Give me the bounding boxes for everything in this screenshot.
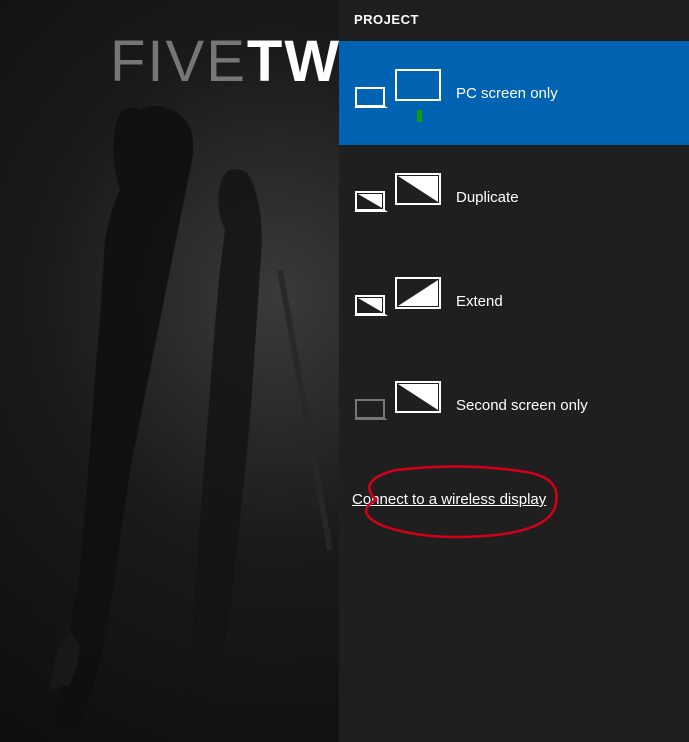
wallpaper-figure bbox=[40, 70, 340, 740]
option-extend[interactable]: Extend bbox=[339, 249, 689, 353]
duplicate-icon bbox=[354, 172, 444, 222]
panel-title: PROJECT bbox=[339, 0, 689, 41]
option-label: Duplicate bbox=[456, 189, 519, 206]
option-label: Extend bbox=[456, 293, 503, 310]
active-indicator bbox=[417, 110, 422, 122]
option-second-screen-only[interactable]: Second screen only bbox=[339, 353, 689, 457]
pc-screen-only-icon bbox=[354, 68, 444, 118]
option-duplicate[interactable]: Duplicate bbox=[339, 145, 689, 249]
option-label: PC screen only bbox=[456, 85, 558, 102]
connect-wireless-display-link[interactable]: Connect to a wireless display bbox=[352, 491, 689, 508]
project-panel: PROJECT PC screen only Duplicate bbox=[339, 0, 689, 742]
extend-icon bbox=[354, 276, 444, 326]
option-pc-screen-only[interactable]: PC screen only bbox=[339, 41, 689, 145]
option-label: Second screen only bbox=[456, 397, 588, 414]
second-screen-only-icon bbox=[354, 380, 444, 430]
